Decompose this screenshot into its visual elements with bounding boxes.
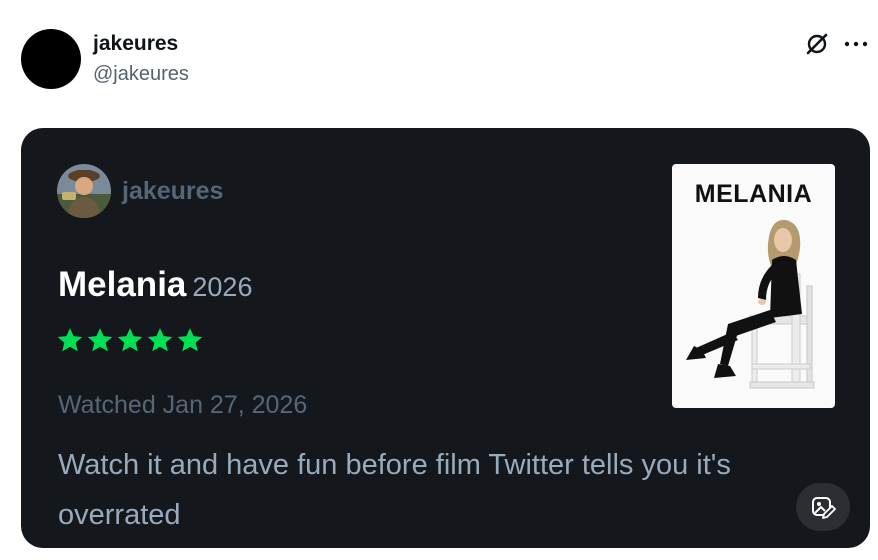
reviewer-avatar (57, 164, 111, 218)
film-title-row: Melania 2026 (58, 264, 252, 313)
film-poster: MELANIA (672, 164, 835, 408)
star-icon (177, 328, 203, 352)
grok-button[interactable] (803, 30, 831, 58)
watched-date: Watched Jan 27, 2026 (58, 391, 308, 419)
more-button[interactable] (840, 30, 872, 58)
avatar[interactable] (21, 29, 81, 89)
reviewer-name: jakeures (122, 177, 224, 205)
review-text: Watch it and have fun before film Twitte… (58, 449, 731, 531)
star-icon (117, 328, 143, 352)
poster-figure (686, 219, 815, 389)
film-year: 2026 (192, 272, 253, 302)
more-horizontal-icon (844, 41, 868, 47)
star-icon (57, 328, 83, 352)
star-rating (56, 326, 204, 354)
poster-title: MELANIA (694, 180, 813, 208)
image-edit-icon (812, 497, 836, 519)
handle[interactable]: @jakeures (93, 62, 189, 86)
review-card[interactable]: jakeures Melania 2026 Watched Jan 27, 202… (21, 128, 870, 548)
film-title: Melania (58, 265, 187, 304)
image-description-button[interactable] (796, 483, 850, 531)
display-name[interactable]: jakeures (93, 32, 178, 56)
grok-icon (806, 33, 828, 55)
star-icon (147, 328, 173, 352)
star-icon (87, 328, 113, 352)
